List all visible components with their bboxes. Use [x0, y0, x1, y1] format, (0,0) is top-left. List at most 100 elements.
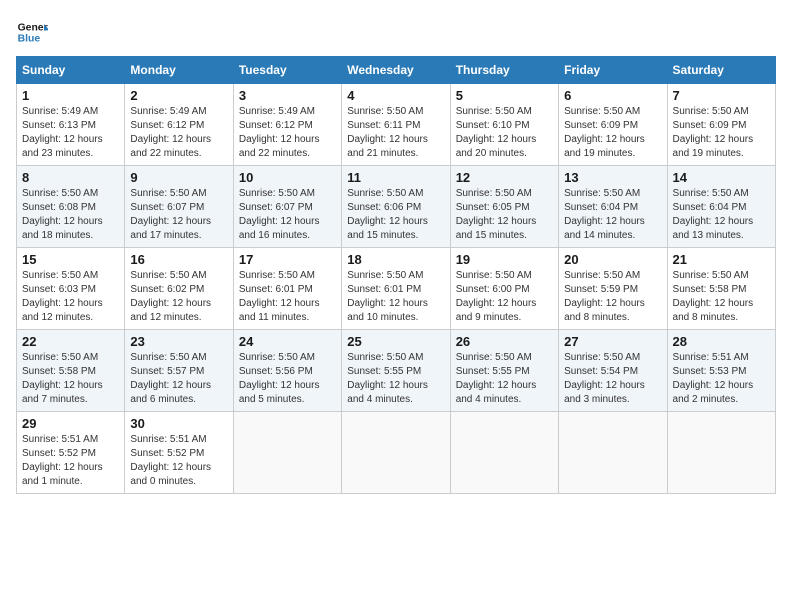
day-info: Sunrise: 5:50 AMSunset: 6:02 PMDaylight:… — [130, 269, 227, 325]
calendar-cell: 4 Sunrise: 5:50 AMSunset: 6:11 PMDaylight… — [342, 84, 450, 166]
day-info: Sunrise: 5:50 AMSunset: 5:59 PMDaylight:… — [564, 269, 661, 325]
day-number: 27 — [564, 334, 661, 349]
calendar-cell: 18 Sunrise: 5:50 AMSunset: 6:01 PMDayligh… — [342, 248, 450, 330]
calendar-cell — [342, 412, 450, 494]
day-number: 8 — [22, 170, 119, 185]
calendar-cell: 5 Sunrise: 5:50 AMSunset: 6:10 PMDaylight… — [450, 84, 558, 166]
day-number: 6 — [564, 88, 661, 103]
day-number: 26 — [456, 334, 553, 349]
calendar-cell: 26 Sunrise: 5:50 AMSunset: 5:55 PMDayligh… — [450, 330, 558, 412]
calendar-cell: 28 Sunrise: 5:51 AMSunset: 5:53 PMDayligh… — [667, 330, 775, 412]
day-number: 12 — [456, 170, 553, 185]
header-saturday: Saturday — [667, 57, 775, 84]
calendar-header-row: SundayMondayTuesdayWednesdayThursdayFrid… — [17, 57, 776, 84]
day-info: Sunrise: 5:50 AMSunset: 5:55 PMDaylight:… — [347, 351, 444, 407]
header-wednesday: Wednesday — [342, 57, 450, 84]
day-info: Sunrise: 5:50 AMSunset: 6:03 PMDaylight:… — [22, 269, 119, 325]
day-number: 28 — [673, 334, 770, 349]
calendar-cell: 11 Sunrise: 5:50 AMSunset: 6:06 PMDayligh… — [342, 166, 450, 248]
calendar-cell: 1 Sunrise: 5:49 AMSunset: 6:13 PMDaylight… — [17, 84, 125, 166]
page-header: General Blue — [16, 16, 776, 48]
day-number: 20 — [564, 252, 661, 267]
day-number: 22 — [22, 334, 119, 349]
calendar-cell: 14Sunrise: 5:50 AMSunset: 6:04 PMDayligh… — [667, 166, 775, 248]
day-info: Sunrise: 5:50 AMSunset: 6:07 PMDaylight:… — [239, 187, 336, 243]
day-info: Sunrise: 5:50 AMSunset: 6:07 PMDaylight:… — [130, 187, 227, 243]
calendar-cell — [559, 412, 667, 494]
header-thursday: Thursday — [450, 57, 558, 84]
day-info: Sunrise: 5:50 AMSunset: 5:54 PMDaylight:… — [564, 351, 661, 407]
day-number: 17 — [239, 252, 336, 267]
calendar-cell: 16 Sunrise: 5:50 AMSunset: 6:02 PMDayligh… — [125, 248, 233, 330]
day-number: 15 — [22, 252, 119, 267]
calendar-cell: 15 Sunrise: 5:50 AMSunset: 6:03 PMDayligh… — [17, 248, 125, 330]
logo: General Blue — [16, 16, 52, 48]
day-info: Sunrise: 5:50 AMSunset: 6:11 PMDaylight:… — [347, 105, 444, 161]
svg-text:General: General — [18, 22, 48, 33]
calendar-cell — [233, 412, 341, 494]
day-info: Sunrise: 5:50 AMSunset: 6:01 PMDaylight:… — [347, 269, 444, 325]
header-friday: Friday — [559, 57, 667, 84]
day-number: 19 — [456, 252, 553, 267]
calendar-cell: 3 Sunrise: 5:49 AMSunset: 6:12 PMDaylight… — [233, 84, 341, 166]
calendar-cell: 9 Sunrise: 5:50 AMSunset: 6:07 PMDaylight… — [125, 166, 233, 248]
calendar-cell: 6Sunrise: 5:50 AMSunset: 6:09 PMDaylight… — [559, 84, 667, 166]
day-info: Sunrise: 5:49 AMSunset: 6:12 PMDaylight:… — [239, 105, 336, 161]
day-number: 13 — [564, 170, 661, 185]
calendar-row-3: 15 Sunrise: 5:50 AMSunset: 6:03 PMDayligh… — [17, 248, 776, 330]
day-number: 3 — [239, 88, 336, 103]
calendar-row-2: 8Sunrise: 5:50 AMSunset: 6:08 PMDaylight… — [17, 166, 776, 248]
calendar-cell: 8Sunrise: 5:50 AMSunset: 6:08 PMDaylight… — [17, 166, 125, 248]
day-number: 23 — [130, 334, 227, 349]
calendar-cell: 20 Sunrise: 5:50 AMSunset: 5:59 PMDayligh… — [559, 248, 667, 330]
calendar-cell: 10Sunrise: 5:50 AMSunset: 6:07 PMDayligh… — [233, 166, 341, 248]
calendar-cell: 2Sunrise: 5:49 AMSunset: 6:12 PMDaylight… — [125, 84, 233, 166]
calendar-row-5: 29Sunrise: 5:51 AMSunset: 5:52 PMDayligh… — [17, 412, 776, 494]
calendar-cell: 27 Sunrise: 5:50 AMSunset: 5:54 PMDayligh… — [559, 330, 667, 412]
day-number: 18 — [347, 252, 444, 267]
calendar-cell: 17 Sunrise: 5:50 AMSunset: 6:01 PMDayligh… — [233, 248, 341, 330]
header-tuesday: Tuesday — [233, 57, 341, 84]
calendar-cell — [450, 412, 558, 494]
day-info: Sunrise: 5:50 AMSunset: 6:10 PMDaylight:… — [456, 105, 553, 161]
calendar-cell: 13 Sunrise: 5:50 AMSunset: 6:04 PMDayligh… — [559, 166, 667, 248]
calendar-cell: 24Sunrise: 5:50 AMSunset: 5:56 PMDayligh… — [233, 330, 341, 412]
day-info: Sunrise: 5:50 AMSunset: 6:06 PMDaylight:… — [347, 187, 444, 243]
day-info: Sunrise: 5:51 AMSunset: 5:53 PMDaylight:… — [673, 351, 770, 407]
calendar-table: SundayMondayTuesdayWednesdayThursdayFrid… — [16, 56, 776, 494]
calendar-cell: 25Sunrise: 5:50 AMSunset: 5:55 PMDayligh… — [342, 330, 450, 412]
svg-text:Blue: Blue — [18, 34, 41, 45]
day-number: 5 — [456, 88, 553, 103]
day-info: Sunrise: 5:50 AMSunset: 5:57 PMDaylight:… — [130, 351, 227, 407]
calendar-cell: 12 Sunrise: 5:50 AMSunset: 6:05 PMDayligh… — [450, 166, 558, 248]
calendar-cell — [667, 412, 775, 494]
day-number: 29 — [22, 416, 119, 431]
calendar-cell: 21 Sunrise: 5:50 AMSunset: 5:58 PMDayligh… — [667, 248, 775, 330]
day-number: 7 — [673, 88, 770, 103]
calendar-cell: 23 Sunrise: 5:50 AMSunset: 5:57 PMDayligh… — [125, 330, 233, 412]
day-info: Sunrise: 5:50 AMSunset: 6:00 PMDaylight:… — [456, 269, 553, 325]
day-info: Sunrise: 5:50 AMSunset: 5:58 PMDaylight:… — [673, 269, 770, 325]
calendar-cell: 19 Sunrise: 5:50 AMSunset: 6:00 PMDayligh… — [450, 248, 558, 330]
day-number: 1 — [22, 88, 119, 103]
day-info: Sunrise: 5:50 AMSunset: 6:01 PMDaylight:… — [239, 269, 336, 325]
day-info: Sunrise: 5:50 AMSunset: 6:09 PMDaylight:… — [673, 105, 770, 161]
day-number: 11 — [347, 170, 444, 185]
day-info: Sunrise: 5:50 AMSunset: 6:05 PMDaylight:… — [456, 187, 553, 243]
day-number: 30 — [130, 416, 227, 431]
day-number: 2 — [130, 88, 227, 103]
header-monday: Monday — [125, 57, 233, 84]
calendar-cell: 22Sunrise: 5:50 AMSunset: 5:58 PMDayligh… — [17, 330, 125, 412]
day-number: 21 — [673, 252, 770, 267]
day-info: Sunrise: 5:50 AMSunset: 6:04 PMDaylight:… — [564, 187, 661, 243]
day-info: Sunrise: 5:50 AMSunset: 6:04 PMDaylight:… — [673, 187, 770, 243]
day-number: 24 — [239, 334, 336, 349]
day-number: 9 — [130, 170, 227, 185]
day-info: Sunrise: 5:49 AMSunset: 6:13 PMDaylight:… — [22, 105, 119, 161]
calendar-cell: 29Sunrise: 5:51 AMSunset: 5:52 PMDayligh… — [17, 412, 125, 494]
day-number: 4 — [347, 88, 444, 103]
calendar-cell: 30Sunrise: 5:51 AMSunset: 5:52 PMDayligh… — [125, 412, 233, 494]
day-info: Sunrise: 5:50 AMSunset: 5:55 PMDaylight:… — [456, 351, 553, 407]
day-number: 16 — [130, 252, 227, 267]
header-sunday: Sunday — [17, 57, 125, 84]
